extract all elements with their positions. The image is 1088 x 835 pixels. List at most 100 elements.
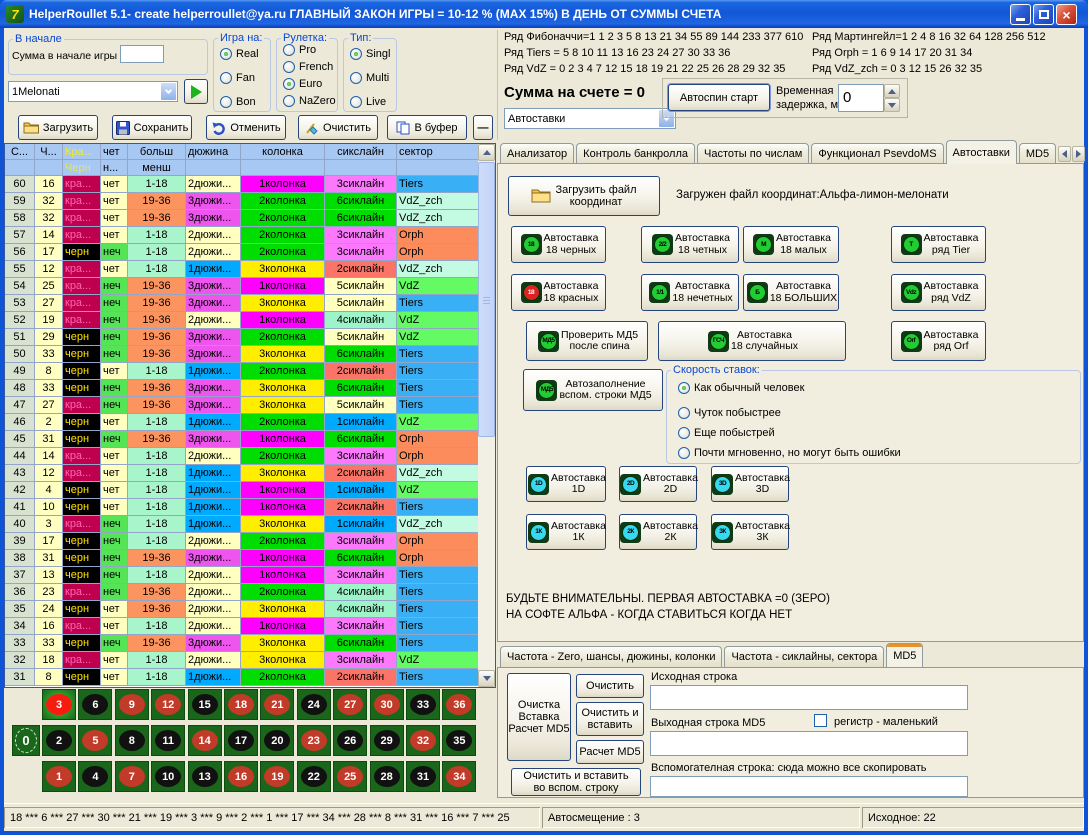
autobets-combobox[interactable]: Автоставки <box>504 108 676 129</box>
roulette-cell-20[interactable]: 20 <box>260 725 294 756</box>
roulette-cell-14[interactable]: 14 <box>188 725 222 756</box>
check-md5-after-spin-button[interactable]: МД5Проверить МД5после спина <box>526 321 648 361</box>
scroll-down-button[interactable] <box>478 670 495 687</box>
delay-input[interactable]: 0 <box>838 84 884 112</box>
autobet-3d-button[interactable]: 3DАвтоставка3D <box>711 466 789 502</box>
table-row[interactable]: 5512кра...чет1-181дюжи...3колонка2сиклай… <box>5 261 495 278</box>
autobet-orf-button[interactable]: OrfАвтоставкаряд Orf <box>891 321 986 361</box>
radio-wheel-4[interactable]: NaZero <box>283 95 336 107</box>
radio-speed-1[interactable]: Как обычный человек <box>678 382 804 394</box>
table-row[interactable]: 424чернчет1-181дюжи...1колонка1сиклайнVd… <box>5 482 495 499</box>
autobet-vdz-button[interactable]: VdzАвтоставкаряд VdZ <box>891 274 986 311</box>
table-scrollbar[interactable] <box>478 144 495 687</box>
table-row[interactable]: 3623кра...неч19-362дюжи...2колонка4сикла… <box>5 584 495 601</box>
minimize-button[interactable] <box>1010 4 1031 25</box>
toolbar-copy-button[interactable]: В буфер <box>387 115 467 140</box>
md5-aux-clear-paste-button[interactable]: Очистить и вставитьво вспом. строку <box>511 768 641 796</box>
roulette-cell-10[interactable]: 10 <box>151 761 185 792</box>
tab-автоставки[interactable]: Автоставки <box>946 140 1017 164</box>
spinner-down-button[interactable] <box>884 98 900 112</box>
autofill-md5-button[interactable]: МД5Автозаполнениевспом. строки МД5 <box>523 369 663 411</box>
table-row[interactable]: 5617черннеч1-182дюжи...2колонка3сиклайнO… <box>5 244 495 261</box>
tab-анализатор[interactable]: Анализатор <box>500 143 574 164</box>
table-row[interactable]: 3917черннеч1-182дюжи...2колонка3сиклайнO… <box>5 533 495 550</box>
register-checkbox[interactable] <box>814 714 827 727</box>
autobet-18-small-button[interactable]: МАвтоставка18 малых <box>743 226 839 263</box>
autobet-18-big-button[interactable]: БАвтоставка18 БОЛЬШИХ <box>743 274 839 311</box>
table-row[interactable]: 3333черннеч19-363дюжи...3колонка6сиклайн… <box>5 635 495 652</box>
table-row[interactable]: 4312кра...чет1-181дюжи...3колонка2сиклай… <box>5 465 495 482</box>
autobet-1d-button[interactable]: 1DАвтоставка1D <box>526 466 606 502</box>
roulette-cell-32[interactable]: 32 <box>406 725 440 756</box>
roulette-cell-36[interactable]: 36 <box>442 689 476 720</box>
table-row[interactable]: 5219кра...неч19-362дюжи...1колонка4сикла… <box>5 312 495 329</box>
tab-md5[interactable]: MD5 <box>886 643 923 667</box>
roulette-cell-23[interactable]: 23 <box>297 725 331 756</box>
md5-calc-button[interactable]: Расчет MD5 <box>576 740 644 764</box>
radio-wheel-3[interactable]: Euro <box>283 78 322 90</box>
table-row[interactable]: 5425кра...неч19-363дюжи...1колонка5сикла… <box>5 278 495 295</box>
table-row[interactable]: 4531черннеч19-363дюжи...1колонка6сиклайн… <box>5 431 495 448</box>
roulette-cell-9[interactable]: 9 <box>115 689 149 720</box>
autobet-18-red-button[interactable]: 18Автоставка18 красных <box>511 274 606 311</box>
spinner-up-button[interactable] <box>884 84 900 98</box>
combo-arrow-icon[interactable] <box>160 82 177 101</box>
md5-clear-paste-button[interactable]: Очистить ивставить <box>576 702 644 736</box>
roulette-cell-16[interactable]: 16 <box>224 761 258 792</box>
table-row[interactable]: 5327кра...неч19-363дюжи...3колонка5сикла… <box>5 295 495 312</box>
radio-type-1[interactable]: Singl <box>350 48 390 60</box>
autobet-18-black-button[interactable]: 18Автоставка18 черных <box>511 226 606 263</box>
radio-speed-3[interactable]: Еще побыстрей <box>678 427 775 439</box>
autobet-18-random-button[interactable]: ГСЧАвтоставка18 случайных <box>658 321 846 361</box>
autobet-2k-button[interactable]: 2КАвтоставка2К <box>619 514 697 550</box>
radio-type-3[interactable]: Live <box>350 96 386 108</box>
roulette-cell-21[interactable]: 21 <box>260 689 294 720</box>
radio-speed-4[interactable]: Почти мгновенно, но могут быть ошибки <box>678 447 901 459</box>
roulette-cell-34[interactable]: 34 <box>442 761 476 792</box>
radio-game-2[interactable]: Fan <box>220 72 255 84</box>
table-row[interactable]: 5033черннеч19-363дюжи...3колонка6сиклайн… <box>5 346 495 363</box>
toolbar-clean-button[interactable]: Очистить <box>298 115 378 140</box>
table-row[interactable]: 4833черннеч19-363дюжи...3колонка6сиклайн… <box>5 380 495 397</box>
toolbar-undo-button[interactable]: Отменить <box>206 115 286 140</box>
md5-big-button[interactable]: ОчисткаВставкаРасчет MD5 <box>507 673 571 761</box>
scroll-thumb[interactable] <box>478 162 495 437</box>
roulette-cell-33[interactable]: 33 <box>406 689 440 720</box>
collapse-button[interactable]: — <box>473 115 493 140</box>
table-row[interactable]: 3524чернчет19-362дюжи...3колонка4сиклайн… <box>5 601 495 618</box>
table-row[interactable]: 3416кра...чет1-182дюжи...1колонка3сиклай… <box>5 618 495 635</box>
table-row[interactable]: 3831черннеч19-363дюжи...1колонка6сиклайн… <box>5 550 495 567</box>
roulette-cell-22[interactable]: 22 <box>297 761 331 792</box>
tab-контроль-банкролла[interactable]: Контроль банкролла <box>576 143 695 164</box>
radio-wheel-2[interactable]: French <box>283 61 333 73</box>
table-row[interactable]: 498чернчет1-181дюжи...2колонка2сиклайнTi… <box>5 363 495 380</box>
autobet-tier-button[interactable]: ТАвтоставкаряд Tier <box>891 226 986 263</box>
roulette-cell-25[interactable]: 25 <box>333 761 367 792</box>
roulette-cell-35[interactable]: 35 <box>442 725 476 756</box>
autobet-18-odd-button[interactable]: 1/1Автоставка18 нечетных <box>641 274 739 311</box>
start-sum-input[interactable] <box>120 45 164 63</box>
tab-частоты-по-числам[interactable]: Частоты по числам <box>697 143 809 164</box>
preset-combobox[interactable]: 1Melonati <box>8 81 178 102</box>
radio-wheel-1[interactable]: Pro <box>283 44 316 56</box>
roulette-cell-18[interactable]: 18 <box>224 689 258 720</box>
roulette-cell-19[interactable]: 19 <box>260 761 294 792</box>
table-row[interactable]: 318чернчет1-181дюжи...2колонка2сиклайнTi… <box>5 669 495 686</box>
radio-game-3[interactable]: Bon <box>220 96 256 108</box>
table-row[interactable]: 4727кра...неч19-363дюжи...3колонка5сикла… <box>5 397 495 414</box>
tabs-scroll-left-button[interactable] <box>1058 146 1071 162</box>
aux-string-input[interactable] <box>650 776 968 797</box>
roulette-cell-17[interactable]: 17 <box>224 725 258 756</box>
roulette-cell-6[interactable]: 6 <box>78 689 112 720</box>
table-row[interactable]: 4110чернчет1-181дюжи...1колонка2сиклайнT… <box>5 499 495 516</box>
radio-speed-2[interactable]: Чуток побыстрее <box>678 407 781 419</box>
roulette-cell-26[interactable]: 26 <box>333 725 367 756</box>
table-row[interactable]: 5832кра...чет19-363дюжи...2колонка6сикла… <box>5 210 495 227</box>
roulette-cell-2[interactable]: 2 <box>42 725 76 756</box>
autobet-18-even-button[interactable]: 2/2Автоставка18 четных <box>641 226 739 263</box>
roulette-cell-4[interactable]: 4 <box>78 761 112 792</box>
scroll-up-button[interactable] <box>478 144 495 161</box>
table-row[interactable]: 4414кра...чет1-182дюжи...2колонка3сиклай… <box>5 448 495 465</box>
md5-clear-button[interactable]: Очистить <box>576 674 644 698</box>
table-row[interactable]: 6016кра...чет1-182дюжи...1колонка3сиклай… <box>5 176 495 193</box>
